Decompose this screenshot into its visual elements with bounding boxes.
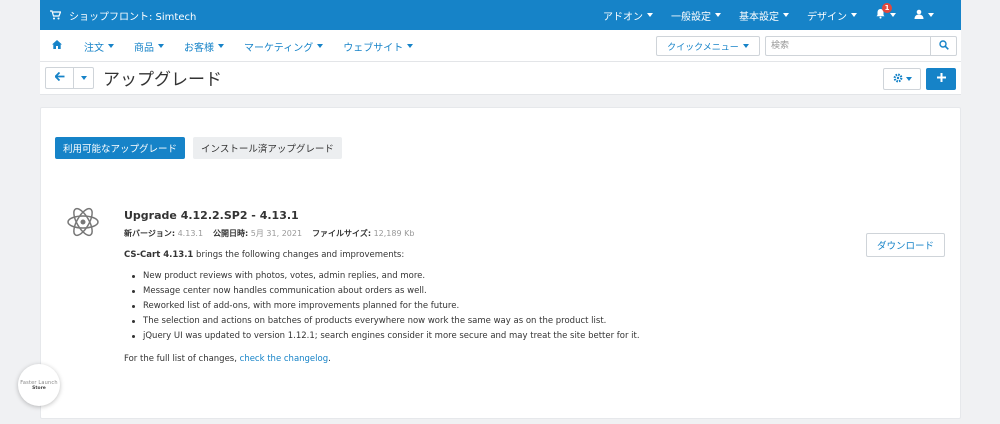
- footer-end: .: [328, 354, 331, 364]
- quick-menu-label: クイックメニュー: [667, 42, 739, 53]
- top-menu-label: 一般設定: [671, 11, 711, 23]
- notifications-button[interactable]: 1: [866, 0, 905, 30]
- nav-label: マーケティング: [244, 42, 314, 54]
- atom-icon: [65, 204, 101, 243]
- caret-down-icon: [783, 13, 789, 17]
- list-item: Reworked list of add-ons, with more impr…: [124, 299, 664, 314]
- version-meta: 新バージョン: 4.13.1: [124, 228, 203, 239]
- top-bar: ショップフロント: Simtech アドオン 一般設定 基本設定 デザイン 1: [40, 0, 961, 30]
- list-item: jQuery UI was updated to version 1.12.1;…: [124, 329, 664, 344]
- date-meta: 公開日時: 5月 31, 2021: [213, 228, 302, 239]
- size-meta: ファイルサイズ: 12,189 Kb: [312, 228, 414, 239]
- store-name: ショップフロント: Simtech: [69, 11, 197, 23]
- upgrade-title: Upgrade 4.12.2.SP2 - 4.13.1: [124, 209, 299, 222]
- changelog-link[interactable]: check the changelog: [240, 354, 328, 364]
- caret-down-icon: [647, 13, 653, 17]
- settings-dropdown-button[interactable]: [883, 68, 921, 90]
- nav-orders[interactable]: 注文: [74, 39, 124, 54]
- caret-down-icon: [158, 44, 164, 48]
- top-menu-design[interactable]: デザイン: [798, 0, 866, 30]
- caret-down-icon: [905, 77, 912, 81]
- changelog-note: For the full list of changes, check the …: [124, 354, 664, 364]
- upgrade-details: Upgrade 4.12.2.SP2 - 4.13.1 新バージョン: 4.13…: [124, 209, 664, 364]
- tab-available-upgrades[interactable]: 利用可能なアップグレード: [55, 137, 186, 159]
- plus-icon: [936, 73, 946, 85]
- back-button-group: [45, 67, 94, 89]
- top-menu-label: アドオン: [603, 11, 643, 23]
- caret-down-icon: [742, 44, 749, 48]
- store-badge-line2: Store: [32, 385, 46, 391]
- user-menu-button[interactable]: [905, 0, 943, 30]
- upgrade-intro: CS-Cart 4.13.1 brings the following chan…: [124, 250, 664, 260]
- top-menu-addons[interactable]: アドオン: [594, 0, 662, 30]
- home-button[interactable]: [40, 40, 74, 52]
- caret-down-icon: [218, 44, 224, 48]
- caret-down-icon: [890, 13, 896, 17]
- main-menu: 注文 商品 お客様 マーケティング ウェブサイト: [40, 30, 423, 62]
- caret-down-icon: [851, 13, 857, 17]
- list-item: Message center now handles communication…: [124, 284, 664, 299]
- size-value: 12,189 Kb: [373, 229, 415, 238]
- add-button[interactable]: [926, 68, 956, 90]
- caret-down-icon: [108, 44, 114, 48]
- top-menu-label: 基本設定: [739, 11, 779, 23]
- cart-icon: [50, 10, 61, 20]
- title-bar: アップグレード: [40, 62, 961, 95]
- upgrade-panel: 利用可能なアップグレード インストール済アップグレード Upgrade 4.12…: [40, 107, 961, 419]
- search-input[interactable]: [766, 37, 930, 55]
- user-icon: [914, 9, 924, 22]
- quick-menu-button[interactable]: クイックメニュー: [656, 36, 760, 56]
- download-button[interactable]: ダウンロード: [866, 233, 945, 257]
- nav-label: 注文: [84, 42, 104, 54]
- search-icon: [938, 39, 949, 53]
- size-label: ファイルサイズ:: [312, 229, 372, 238]
- notification-badge: 1: [882, 3, 892, 13]
- nav-label: 商品: [134, 42, 154, 54]
- upgrade-meta: 新バージョン: 4.13.1 公開日時: 5月 31, 2021 ファイルサイズ…: [124, 228, 664, 239]
- version-value: 4.13.1: [177, 229, 204, 238]
- main-nav: 注文 商品 お客様 マーケティング ウェブサイト クイックメニュー: [40, 30, 961, 62]
- tab-installed-upgrades[interactable]: インストール済アップグレード: [193, 137, 342, 159]
- caret-down-icon: [317, 44, 324, 48]
- storefront-link[interactable]: ショップフロント: Simtech: [50, 0, 196, 30]
- top-menu-basic-settings[interactable]: 基本設定: [730, 0, 798, 30]
- back-button[interactable]: [46, 68, 74, 88]
- nav-label: お客様: [184, 42, 214, 54]
- arrow-left-icon: [53, 71, 65, 84]
- date-label: 公開日時:: [213, 229, 249, 238]
- upgrade-tabs: 利用可能なアップグレード インストール済アップグレード: [55, 137, 342, 159]
- date-value: 5月 31, 2021: [250, 229, 303, 238]
- caret-down-icon: [80, 76, 87, 80]
- nav-products[interactable]: 商品: [124, 39, 174, 54]
- nav-customers[interactable]: お客様: [174, 39, 234, 54]
- caret-down-icon: [715, 13, 721, 17]
- store-badge[interactable]: Faster Launch Store: [18, 364, 60, 406]
- nav-marketing[interactable]: マーケティング: [234, 39, 333, 54]
- intro-product: CS-Cart 4.13.1: [124, 250, 194, 260]
- nav-label: ウェブサイト: [343, 42, 404, 54]
- changes-list: New product reviews with photos, votes, …: [124, 269, 664, 344]
- version-label: 新バージョン:: [124, 229, 176, 238]
- intro-text: brings the following changes and improve…: [193, 250, 405, 260]
- top-nav: アドオン 一般設定 基本設定 デザイン 1: [594, 0, 943, 30]
- bell-icon: 1: [875, 3, 892, 22]
- list-item: The selection and actions on batches of …: [124, 314, 664, 329]
- nav-website[interactable]: ウェブサイト: [333, 39, 423, 54]
- home-icon: [52, 40, 62, 52]
- list-item: New product reviews with photos, votes, …: [124, 269, 664, 284]
- top-menu-label: デザイン: [807, 11, 847, 23]
- gear-icon: [893, 73, 903, 86]
- search-button[interactable]: [930, 37, 956, 55]
- caret-down-icon: [928, 13, 934, 17]
- page-title: アップグレード: [103, 70, 222, 90]
- back-history-dropdown[interactable]: [74, 68, 93, 88]
- search-box: [765, 36, 957, 56]
- caret-down-icon: [407, 44, 414, 48]
- footer-text: For the full list of changes,: [124, 354, 240, 364]
- top-menu-general-settings[interactable]: 一般設定: [662, 0, 730, 30]
